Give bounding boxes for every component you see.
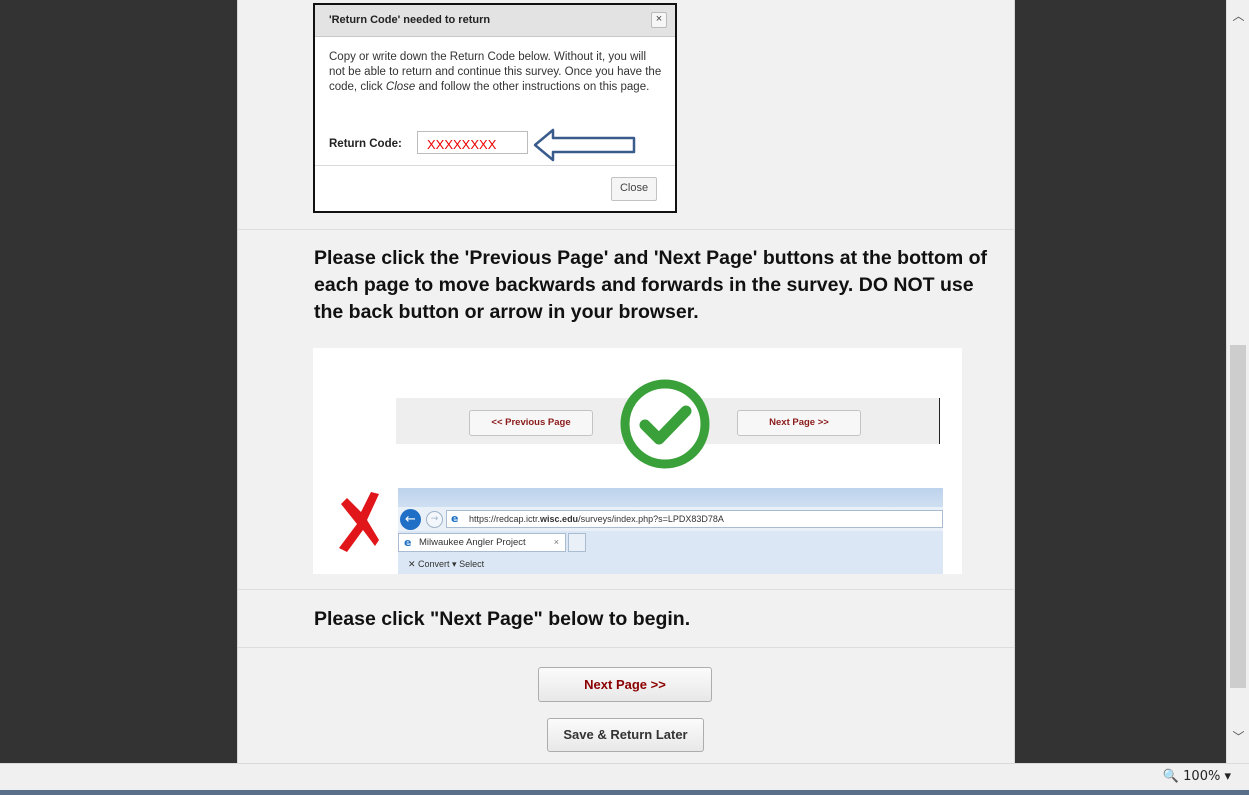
section-divider bbox=[238, 589, 1014, 590]
survey-page: 'Return Code' needed to return × Copy or… bbox=[237, 0, 1015, 763]
scroll-down-icon[interactable]: ﹀ bbox=[1232, 731, 1245, 744]
pointing-arrow-icon bbox=[533, 128, 636, 162]
return-code-value: XXXXXXXX bbox=[417, 131, 528, 154]
browser-url-box: e https://redcap.ictr.wisc.edu/surveys/i… bbox=[446, 510, 943, 528]
ie-logo-icon: e bbox=[451, 512, 459, 525]
url-path: /surveys/index.php?s=LPDX83D78A bbox=[578, 514, 724, 524]
green-checkmark-icon bbox=[620, 379, 710, 469]
begin-instruction: Please click "Next Page" below to begin. bbox=[314, 608, 691, 630]
example-previous-page-button: << Previous Page bbox=[469, 410, 593, 436]
tab-close-icon: × bbox=[553, 537, 559, 547]
navigation-example-image: << Previous Page Next Page >> ← → e http… bbox=[313, 348, 962, 574]
example-next-page-button: Next Page >> bbox=[737, 410, 861, 436]
browser-viewport: 'Return Code' needed to return × Copy or… bbox=[0, 0, 1226, 763]
browser-back-arrow-icon: ← bbox=[400, 509, 421, 530]
dialog-close-button: Close bbox=[611, 177, 657, 201]
dialog-title: 'Return Code' needed to return bbox=[329, 14, 491, 26]
tab-ie-icon: e bbox=[404, 536, 412, 549]
os-taskbar bbox=[0, 790, 1249, 795]
browser-forward-arrow-icon: → bbox=[426, 511, 443, 528]
return-code-label: Return Code: bbox=[329, 138, 402, 150]
scrollbar-thumb[interactable] bbox=[1230, 345, 1246, 688]
browser-status-bar: 🔍 100% ▾ bbox=[0, 763, 1249, 791]
browser-new-tab bbox=[568, 533, 586, 552]
dialog-footer-divider bbox=[315, 165, 675, 166]
return-code-dialog-image: 'Return Code' needed to return × Copy or… bbox=[313, 3, 677, 213]
dialog-body-text: Copy or write down the Return Code below… bbox=[329, 50, 665, 95]
dialog-body-end: and follow the other instructions on thi… bbox=[418, 81, 650, 93]
browser-command-row: ✕ Convert ▾ Select bbox=[408, 559, 485, 569]
vertical-scrollbar[interactable]: ︿ ﹀ bbox=[1226, 0, 1249, 763]
scroll-up-icon[interactable]: ︿ bbox=[1232, 10, 1245, 23]
zoom-level-control[interactable]: 🔍 100% ▾ bbox=[1163, 769, 1231, 784]
next-page-button[interactable]: Next Page >> bbox=[538, 667, 712, 702]
dialog-body-close-word: Close bbox=[385, 81, 416, 93]
red-x-icon bbox=[339, 492, 379, 552]
dialog-header: 'Return Code' needed to return × bbox=[315, 5, 675, 37]
example-browser-toolbar: ← → e https://redcap.ictr.wisc.edu/surve… bbox=[398, 488, 943, 574]
section-divider bbox=[238, 229, 1014, 230]
navigation-instructions: Please click the 'Previous Page' and 'Ne… bbox=[314, 247, 988, 323]
dialog-close-icon: × bbox=[651, 12, 667, 28]
browser-title-strip bbox=[398, 488, 943, 507]
browser-tab-title: Milwaukee Angler Project bbox=[419, 537, 526, 548]
save-return-later-button[interactable]: Save & Return Later bbox=[547, 718, 704, 752]
url-domain: wisc.edu bbox=[540, 514, 579, 524]
url-scheme: https://redcap.ictr. bbox=[469, 514, 541, 524]
browser-tab: e Milwaukee Angler Project × bbox=[398, 533, 566, 552]
section-divider bbox=[238, 647, 1014, 648]
